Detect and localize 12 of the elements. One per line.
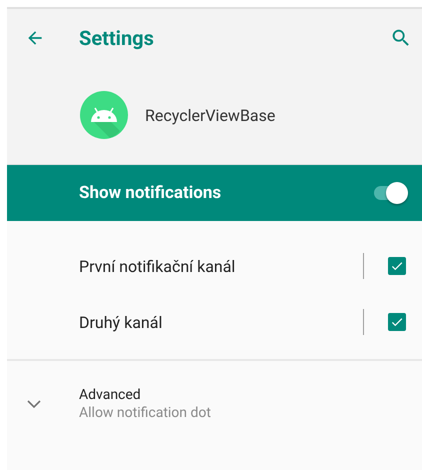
master-switch-bar[interactable]: Show notifications bbox=[7, 165, 422, 221]
toggle-switch[interactable] bbox=[372, 182, 408, 204]
advanced-title[interactable]: Advanced bbox=[79, 387, 211, 403]
app-name: RecyclerViewBase bbox=[145, 106, 276, 124]
channel-name[interactable]: Druhý kanál bbox=[79, 312, 162, 332]
toolbar-title: Settings bbox=[79, 26, 154, 50]
switch-label: Show notifications bbox=[79, 183, 222, 203]
channel-name[interactable]: První notifikační kanál bbox=[79, 256, 236, 276]
checkbox[interactable] bbox=[388, 257, 406, 275]
advanced-summary: Allow notification dot bbox=[79, 405, 211, 421]
android-app-icon bbox=[80, 91, 128, 139]
checkbox[interactable] bbox=[388, 313, 406, 331]
